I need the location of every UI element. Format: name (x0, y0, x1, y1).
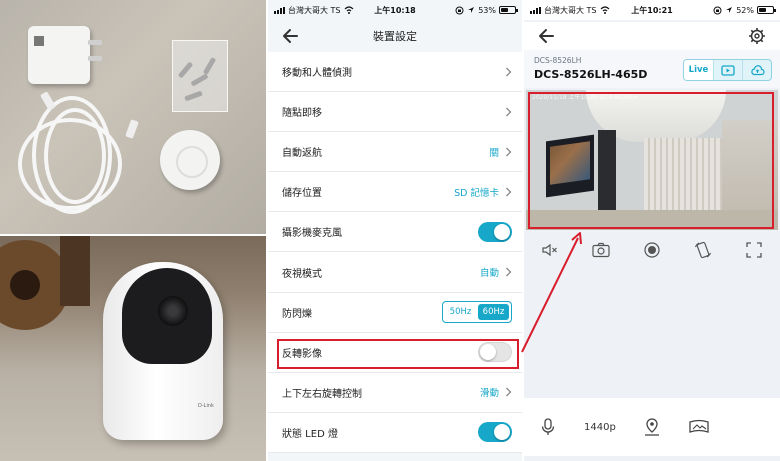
option-50hz[interactable]: 50Hz (445, 304, 476, 321)
camera-photo: D-Link (0, 236, 266, 461)
chevron-right-icon (506, 107, 512, 117)
fullscreen-icon[interactable] (744, 240, 764, 260)
video-curtain (644, 138, 722, 218)
chevron-right-icon (506, 187, 512, 197)
view-mode-switch: Live (683, 59, 772, 81)
status-led-toggle[interactable] (478, 422, 512, 443)
setting-label: 自動返航 (282, 148, 322, 160)
mute-icon[interactable] (540, 240, 560, 260)
setting-label: 反轉影像 (282, 348, 322, 360)
device-model: DCS-8526LH (534, 56, 582, 65)
setting-camera-microphone: 攝影機麥克風 (268, 212, 522, 253)
status-bar: 台灣大哥大 TS 上午10:18 53% (268, 0, 522, 20)
battery-icon (499, 6, 518, 14)
setting-auto-return[interactable]: 自動返航 關 (268, 132, 522, 173)
battery-percent: 53% (478, 5, 496, 15)
setting-tap-to-move[interactable]: 隨點即移 (268, 92, 522, 133)
chevron-right-icon (506, 67, 512, 77)
device-card: DCS-8526LH DCS-8526LH-465D Live (524, 50, 780, 88)
setting-label: 上下左右旋轉控制 (282, 388, 362, 400)
microphone-icon[interactable] (538, 417, 558, 437)
cloud-icon (750, 64, 765, 75)
bottom-toolbar: 1440p (524, 398, 780, 456)
video-tv (546, 134, 594, 198)
setting-value: SD 記憶卡 (454, 187, 499, 199)
flip-image-toggle[interactable] (478, 342, 512, 363)
back-arrow-icon[interactable] (536, 26, 558, 46)
video-timestamp: 2020/11/18 上午10:20 DCS-8526LH (532, 94, 638, 101)
setting-value: 自動 (479, 268, 499, 280)
battery-icon (757, 6, 776, 14)
setting-status-led: 狀態 LED 燈 (268, 412, 522, 453)
power-adapter (28, 26, 102, 84)
gear-icon[interactable] (748, 27, 766, 45)
brand-logo: D-Link (198, 403, 214, 409)
camera-screen: 台灣大哥大 TS 上午10:21 52% DCS-8526LH DCS-8526… (524, 0, 780, 461)
nav-bar: 裝置設定 (268, 22, 522, 50)
chevron-right-icon (506, 267, 512, 277)
accessories-photo (0, 0, 266, 234)
setting-night-vision[interactable]: 夜視模式 自動 (268, 252, 522, 293)
orientation-lock-icon (713, 6, 722, 14)
settings-screen: 台灣大哥大 TS 上午10:18 53% 裝置設定 移動和人體偵測 隨點即移 自… (268, 0, 522, 461)
location-icon (468, 7, 475, 13)
resolution-button[interactable]: 1440p (584, 422, 616, 433)
location-icon (726, 7, 733, 13)
camera-icon[interactable] (591, 240, 611, 260)
setting-label: 攝影機麥克風 (282, 228, 342, 240)
flicker-frequency-selector: 50Hz 60Hz (442, 301, 512, 324)
live-button[interactable]: Live (684, 60, 713, 80)
panorama-icon[interactable] (688, 417, 710, 437)
location-pin-icon[interactable] (642, 417, 662, 437)
cloud-button[interactable] (742, 60, 771, 80)
device-name: DCS-8526LH-465D (534, 68, 648, 81)
settings-list: 移動和人體偵測 隨點即移 自動返航 關 儲存位置 SD 記憶卡 攝影機麥克風 夜… (268, 52, 522, 453)
setting-anti-flicker: 防閃爍 50Hz 60Hz (268, 292, 522, 333)
chevron-right-icon (506, 387, 512, 397)
setting-label: 夜視模式 (282, 268, 322, 280)
setting-motion-detection[interactable]: 移動和人體偵測 (268, 52, 522, 93)
rotate-icon[interactable] (693, 240, 713, 260)
setting-label: 狀態 LED 燈 (282, 428, 338, 440)
setting-flip-image: 反轉影像 (268, 332, 522, 373)
ceiling-mount (160, 130, 220, 190)
record-icon[interactable] (642, 240, 662, 260)
playback-icon (721, 64, 735, 76)
page-title: 裝置設定 (373, 30, 417, 43)
orientation-lock-icon (455, 6, 464, 14)
setting-label: 防閃爍 (282, 308, 312, 320)
microphone-toggle[interactable] (478, 221, 512, 242)
nav-bar (524, 22, 780, 50)
setting-label: 隨點即移 (282, 108, 322, 120)
setting-value: 關 (489, 147, 499, 159)
setting-label: 儲存位置 (282, 188, 322, 200)
chevron-right-icon (506, 147, 512, 157)
status-bar: 台灣大哥大 TS 上午10:21 52% (524, 0, 780, 20)
battery-percent: 52% (736, 5, 754, 15)
setting-value: 滑動 (479, 388, 499, 400)
setting-label: 移動和人體偵測 (282, 68, 352, 80)
video-controls (524, 234, 780, 266)
playback-button[interactable] (713, 60, 742, 80)
setting-storage-location[interactable]: 儲存位置 SD 記憶卡 (268, 172, 522, 213)
live-video-feed[interactable]: 2020/11/18 上午10:20 DCS-8526LH (526, 90, 778, 230)
screw-pack (172, 40, 228, 112)
camera-lens (158, 296, 188, 326)
setting-pan-tilt-control[interactable]: 上下左右旋轉控制 滑動 (268, 372, 522, 413)
option-60hz[interactable]: 60Hz (478, 304, 509, 321)
